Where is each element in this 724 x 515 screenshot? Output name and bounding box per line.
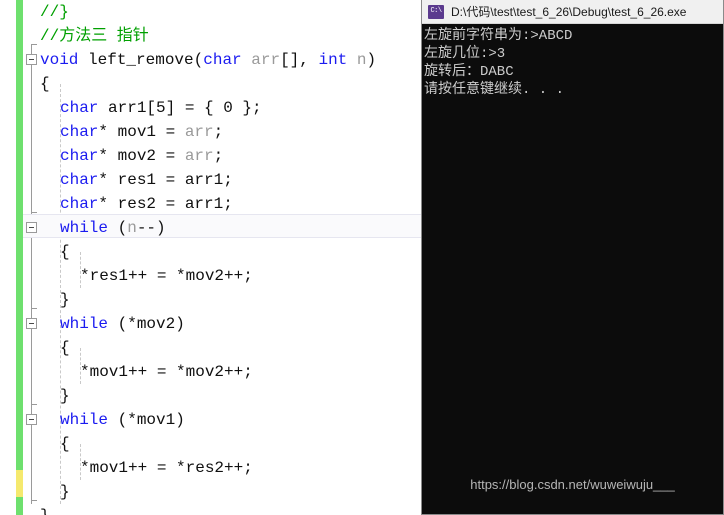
code-token: ( — [108, 219, 128, 237]
code-token: arr — [184, 147, 214, 165]
code-token: { — [40, 75, 50, 93]
cmd-icon-label: C:\ — [430, 7, 442, 15]
console-title-text: D:\代码\test\test_6_26\Debug\test_6_26.exe — [451, 5, 687, 19]
code-token: //} — [40, 3, 69, 21]
code-token: ; — [213, 147, 224, 165]
code-line[interactable]: char* mov1 = arr; — [60, 120, 223, 144]
console-output-line: 旋转后：DABC — [424, 64, 514, 80]
code-token: { — [60, 339, 70, 357]
code-line[interactable]: char arr1[5] = { 0 }; — [60, 96, 262, 120]
code-line[interactable]: { — [60, 432, 70, 456]
code-token: } — [60, 483, 70, 501]
code-line[interactable]: { — [60, 240, 70, 264]
code-token: arr1[5] = { 0 }; — [98, 99, 262, 117]
code-token: char — [60, 195, 99, 213]
code-token: { — [60, 435, 70, 453]
code-token: arr — [184, 123, 214, 141]
console-output-line: 左旋几位:>3 — [424, 46, 506, 62]
code-token: char — [60, 147, 99, 165]
code-token: char — [203, 51, 242, 69]
code-token: --) — [136, 219, 166, 237]
code-token: [], — [280, 51, 319, 69]
console-window[interactable]: C:\ D:\代码\test\test_6_26\Debug\test_6_26… — [421, 0, 724, 515]
console-output-line: 请按任意键继续. . . — [424, 82, 565, 98]
code-token: * mov1 = — [98, 123, 185, 141]
code-token: ; — [213, 123, 224, 141]
code-token: *res1++ = *mov2++; — [80, 267, 253, 285]
console-output-line: 左旋前字符串为:>ABCD — [424, 28, 573, 44]
code-token: while — [60, 315, 109, 333]
code-line[interactable]: char* mov2 = arr; — [60, 144, 223, 168]
console-output-area[interactable]: 左旋前字符串为:>ABCD 左旋几位:>3 旋转后：DABC 请按任意键继续. . . — [422, 24, 723, 514]
code-line[interactable]: char* res1 = arr1; — [60, 168, 233, 192]
code-line[interactable]: } — [40, 504, 50, 515]
code-token: void — [40, 51, 79, 69]
code-line[interactable]: *mov1++ = *mov2++; — [80, 360, 253, 384]
code-line[interactable]: while (*mov2) — [60, 312, 185, 336]
code-line[interactable]: *mov1++ = *res2++; — [80, 456, 253, 480]
code-token: *mov1++ = *res2++; — [80, 459, 253, 477]
code-line[interactable]: while (n--) — [60, 216, 166, 240]
code-token: { — [60, 243, 70, 261]
code-line[interactable]: } — [60, 288, 70, 312]
console-output-lines: 左旋前字符串为:>ABCD 左旋几位:>3 旋转后：DABC 请按任意键继续. . . — [424, 27, 723, 99]
code-token: //方法三 指针 — [40, 27, 149, 45]
code-line[interactable]: //} — [40, 0, 69, 24]
code-token: * res2 = arr1; — [98, 195, 233, 213]
code-token: * mov2 = — [98, 147, 185, 165]
code-token: arr — [251, 51, 281, 69]
code-token: n — [127, 219, 137, 237]
code-token: * res1 = arr1; — [98, 171, 233, 189]
code-token: char — [60, 99, 99, 117]
code-token: ) — [366, 51, 377, 69]
code-token: char — [60, 123, 99, 141]
code-line[interactable]: { — [40, 72, 50, 96]
code-token: *mov1++ = *mov2++; — [80, 363, 253, 381]
code-token: int — [318, 51, 348, 69]
code-line[interactable]: void left_remove(char arr[], int n) — [40, 48, 376, 72]
code-token: (*mov2) — [108, 315, 185, 333]
code-token: } — [60, 291, 70, 309]
code-line[interactable]: { — [60, 336, 70, 360]
code-token: } — [60, 387, 70, 405]
code-line[interactable]: } — [60, 480, 70, 504]
code-line[interactable]: } — [60, 384, 70, 408]
code-token: while — [60, 219, 109, 237]
screenshot-root: //} //方法三 指针 void left_remove(char arr[], … — [0, 0, 724, 515]
code-token: } — [40, 507, 50, 515]
code-token: char — [60, 171, 99, 189]
code-line[interactable]: while (*mov1) — [60, 408, 185, 432]
code-token: (*mov1) — [108, 411, 185, 429]
code-line[interactable]: *res1++ = *mov2++; — [80, 264, 253, 288]
console-titlebar[interactable]: C:\ D:\代码\test\test_6_26\Debug\test_6_26… — [422, 0, 723, 24]
cmd-icon: C:\ — [428, 4, 444, 19]
code-token: while — [60, 411, 109, 429]
code-line[interactable]: char* res2 = arr1; — [60, 192, 233, 216]
watermark-text: https://blog.csdn.net/wuweiwuju___ — [470, 477, 675, 492]
code-token: left_remove( — [78, 51, 204, 69]
code-token: n — [356, 51, 367, 69]
code-line[interactable]: //方法三 指针 — [40, 24, 149, 48]
